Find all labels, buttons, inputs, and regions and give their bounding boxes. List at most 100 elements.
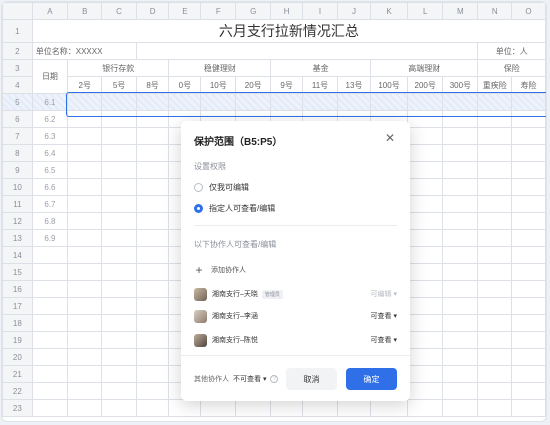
data-cell[interactable]: [302, 399, 338, 417]
data-cell[interactable]: [101, 331, 137, 349]
data-cell[interactable]: [67, 314, 103, 332]
data-cell[interactable]: [135, 229, 170, 247]
data-cell[interactable]: [101, 297, 137, 315]
sub-header[interactable]: 300号: [442, 76, 479, 94]
date-cell[interactable]: [31, 263, 69, 281]
data-cell[interactable]: [477, 280, 512, 298]
data-cell[interactable]: [200, 399, 237, 417]
data-cell[interactable]: [442, 297, 479, 315]
data-cell[interactable]: [407, 161, 444, 179]
date-cell[interactable]: [31, 314, 69, 332]
data-cell[interactable]: [135, 365, 170, 383]
data-cell[interactable]: [510, 212, 546, 230]
column-header[interactable]: E: [168, 2, 202, 20]
data-cell[interactable]: [477, 365, 512, 383]
radio-specified-people[interactable]: 指定人可查看/编辑: [194, 203, 275, 214]
sub-header[interactable]: 重疾险: [477, 76, 512, 94]
data-cell[interactable]: [510, 297, 546, 315]
row-number[interactable]: 9: [2, 161, 33, 179]
data-cell[interactable]: [442, 195, 479, 213]
help-icon[interactable]: ?: [270, 375, 279, 383]
sub-header[interactable]: 寿险: [510, 76, 546, 94]
data-cell[interactable]: [67, 399, 103, 417]
data-cell[interactable]: [135, 161, 170, 179]
data-cell[interactable]: [477, 246, 512, 264]
data-cell[interactable]: [442, 382, 479, 400]
data-cell[interactable]: [135, 212, 170, 230]
data-cell[interactable]: [135, 144, 170, 162]
date-cell[interactable]: 6.3: [31, 127, 69, 145]
date-cell[interactable]: [31, 348, 69, 366]
column-header[interactable]: D: [135, 2, 170, 20]
confirm-button[interactable]: 确定: [346, 368, 397, 390]
data-cell[interactable]: [477, 161, 512, 179]
row-number[interactable]: 8: [2, 144, 33, 162]
data-cell[interactable]: [101, 144, 137, 162]
data-cell[interactable]: [407, 382, 444, 400]
permission-dropdown[interactable]: 可查看 ▾: [371, 311, 397, 321]
data-cell[interactable]: [67, 127, 103, 145]
unit-label[interactable]: 单位：人: [477, 42, 546, 60]
data-cell[interactable]: [135, 263, 170, 281]
group-header[interactable]: 稳健理财: [168, 59, 272, 77]
data-cell[interactable]: [510, 161, 546, 179]
column-header[interactable]: G: [235, 2, 272, 20]
row-number[interactable]: 2: [2, 42, 33, 60]
data-cell[interactable]: [477, 382, 512, 400]
row-number[interactable]: 16: [2, 280, 33, 298]
row-number[interactable]: 23: [2, 399, 33, 417]
data-cell[interactable]: [101, 178, 137, 196]
data-cell[interactable]: [407, 178, 444, 196]
row-number[interactable]: 3: [2, 59, 33, 77]
protected-range-selection[interactable]: [66, 92, 546, 117]
data-cell[interactable]: [67, 263, 103, 281]
data-cell[interactable]: [510, 246, 546, 264]
data-cell[interactable]: [67, 246, 103, 264]
data-cell[interactable]: [510, 382, 546, 400]
column-header[interactable]: H: [270, 2, 304, 20]
radio-only-me[interactable]: 仅我可编辑: [194, 182, 249, 193]
data-cell[interactable]: [135, 280, 170, 298]
data-cell[interactable]: [442, 263, 479, 281]
row-number[interactable]: 10: [2, 178, 33, 196]
data-cell[interactable]: [101, 161, 137, 179]
date-cell[interactable]: 6.9: [31, 229, 69, 247]
data-cell[interactable]: [135, 382, 170, 400]
add-collaborator-button[interactable]: + 添加协作人: [194, 264, 246, 276]
data-cell[interactable]: [407, 314, 444, 332]
sheet-title[interactable]: 六月支行拉新情况汇总: [31, 19, 546, 43]
data-cell[interactable]: [135, 297, 170, 315]
sub-header[interactable]: 100号: [369, 76, 409, 94]
date-cell[interactable]: 6.4: [31, 144, 69, 162]
row-number[interactable]: 4: [2, 76, 33, 94]
row-number[interactable]: 13: [2, 229, 33, 247]
data-cell[interactable]: [67, 297, 103, 315]
data-cell[interactable]: [407, 399, 444, 417]
sub-header[interactable]: 11号: [302, 76, 338, 94]
row-number[interactable]: 19: [2, 331, 33, 349]
data-cell[interactable]: [510, 178, 546, 196]
column-header[interactable]: A: [31, 2, 69, 20]
data-cell[interactable]: [442, 399, 479, 417]
date-header[interactable]: 日期: [31, 59, 69, 94]
date-cell[interactable]: [31, 399, 69, 417]
column-header[interactable]: N: [477, 2, 512, 20]
data-cell[interactable]: [135, 246, 170, 264]
data-cell[interactable]: [67, 195, 103, 213]
data-cell[interactable]: [67, 382, 103, 400]
data-cell[interactable]: [407, 280, 444, 298]
sub-header[interactable]: 0号: [168, 76, 202, 94]
data-cell[interactable]: [101, 314, 137, 332]
data-cell[interactable]: [477, 314, 512, 332]
data-cell[interactable]: [477, 263, 512, 281]
data-cell[interactable]: [407, 297, 444, 315]
data-cell[interactable]: [442, 280, 479, 298]
data-cell[interactable]: [510, 195, 546, 213]
data-cell[interactable]: [67, 365, 103, 383]
row-number[interactable]: 1: [2, 19, 33, 43]
sub-header[interactable]: 2号: [67, 76, 103, 94]
data-cell[interactable]: [407, 348, 444, 366]
date-cell[interactable]: 6.7: [31, 195, 69, 213]
data-cell[interactable]: [442, 212, 479, 230]
data-cell[interactable]: [67, 348, 103, 366]
